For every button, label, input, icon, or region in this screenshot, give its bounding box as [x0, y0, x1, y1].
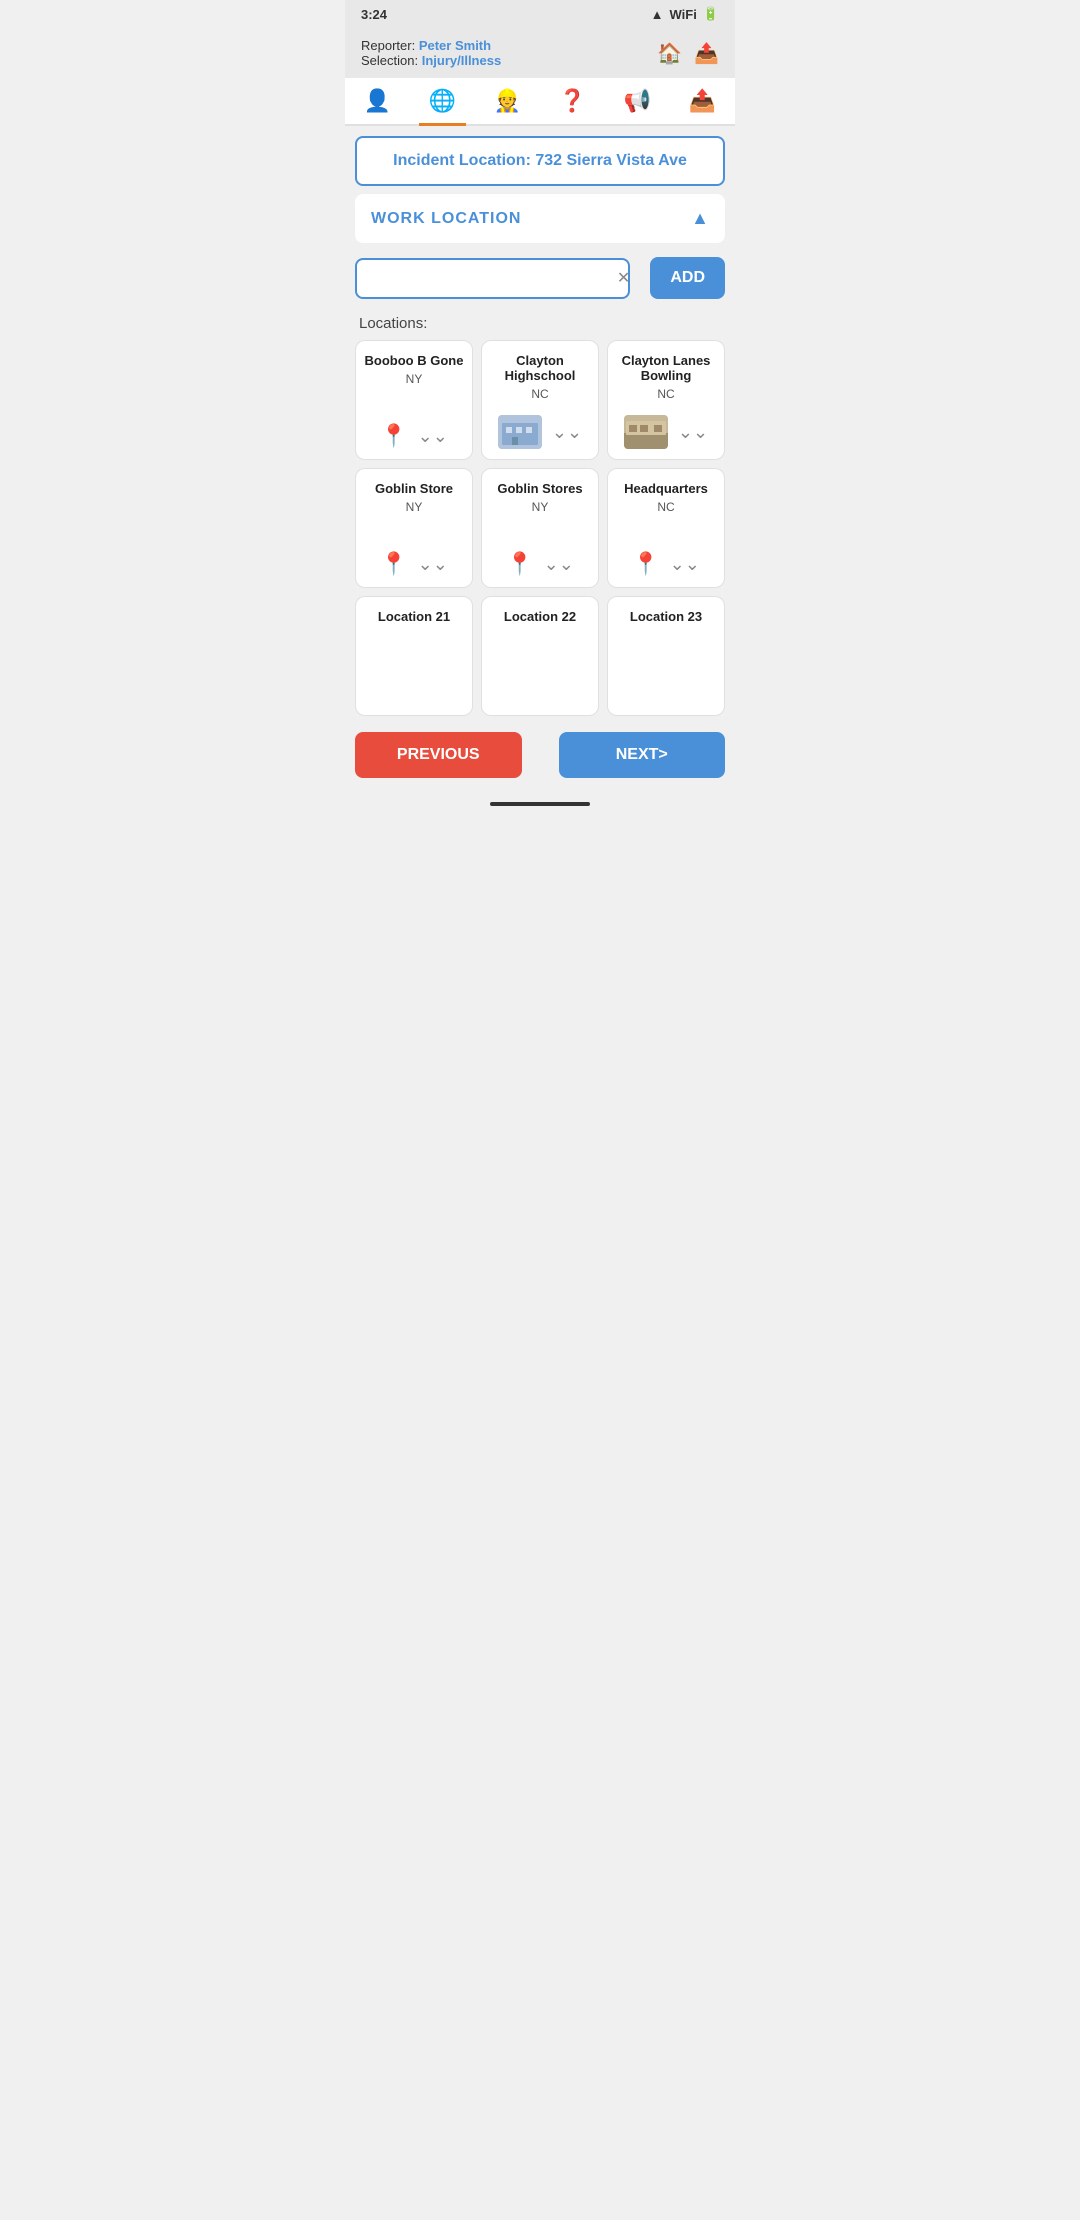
home-icon[interactable]: 🏠 — [657, 41, 682, 66]
chevron-down-icon: ⌄⌄ — [670, 554, 700, 575]
globe-icon: 🌐 — [429, 88, 456, 114]
location-card-clayton-highschool[interactable]: Clayton Highschool NC ⌄⌄ — [481, 340, 599, 460]
tab-upload[interactable]: 📤 — [679, 82, 726, 120]
reporter-label: Reporter: — [361, 38, 415, 53]
loc-name: Location 22 — [504, 609, 576, 624]
location-card-clayton-lanes-bowling[interactable]: Clayton Lanes Bowling NC ⌄⌄ — [607, 340, 725, 460]
question-icon: ❓ — [559, 88, 586, 114]
chevron-down-icon: ⌄⌄ — [552, 422, 582, 443]
bottom-nav: PREVIOUS NEXT> — [345, 720, 735, 794]
selection-value: Injury/Illness — [422, 53, 501, 68]
pin-icon: 📍 — [380, 423, 407, 449]
previous-button[interactable]: PREVIOUS — [355, 732, 522, 778]
loc-name: Location 21 — [378, 609, 450, 624]
location-thumbnail — [624, 415, 668, 449]
card-bottom: 📍 ⌄⌄ — [616, 551, 716, 577]
upload-icon: 📤 — [689, 88, 716, 114]
chevron-down-icon: ⌄⌄ — [678, 422, 708, 443]
megaphone-icon: 📢 — [624, 88, 651, 114]
loc-name: Goblin Stores — [497, 481, 582, 496]
clear-icon[interactable]: ✕ — [617, 268, 630, 288]
card-bottom: 📍 ⌄⌄ — [364, 423, 464, 449]
card-bottom: ⌄⌄ — [490, 415, 590, 449]
loc-state: NC — [657, 500, 674, 514]
reporter-row: Reporter: Peter Smith — [361, 38, 501, 53]
pin-icon: 📍 — [506, 551, 533, 577]
status-time: 3:24 — [361, 7, 387, 22]
home-bar — [490, 802, 590, 806]
location-card-location-22[interactable]: Location 22 — [481, 596, 599, 716]
loc-state: NC — [531, 387, 548, 401]
status-bar: 3:24 ▲ WiFi 🔋 — [345, 0, 735, 28]
tab-globe[interactable]: 🌐 — [419, 82, 466, 120]
header-actions: 🏠 📤 — [657, 41, 719, 66]
chevron-down-icon: ⌄⌄ — [418, 554, 448, 575]
search-wrapper: 🔍 ✕ — [355, 258, 640, 299]
signal-icon: ▲ — [651, 7, 664, 22]
incident-location-text: Incident Location: 732 Sierra Vista Ave — [393, 152, 687, 169]
tab-megaphone[interactable]: 📢 — [614, 82, 661, 120]
search-input[interactable] — [355, 258, 630, 299]
chevron-down-icon: ⌄⌄ — [544, 554, 574, 575]
status-icons: ▲ WiFi 🔋 — [651, 6, 719, 22]
loc-name: Clayton Highschool — [490, 353, 590, 383]
chevron-down-icon: ⌄⌄ — [418, 426, 448, 447]
location-card-headquarters[interactable]: Headquarters NC 📍 ⌄⌄ — [607, 468, 725, 588]
card-bottom: 📍 ⌄⌄ — [490, 551, 590, 577]
loc-name: Clayton Lanes Bowling — [616, 353, 716, 383]
work-location-title: WORK LOCATION — [371, 210, 521, 228]
header-info: Reporter: Peter Smith Selection: Injury/… — [361, 38, 501, 68]
loc-state: NY — [406, 372, 423, 386]
tab-question[interactable]: ❓ — [549, 82, 596, 120]
export-icon[interactable]: 📤 — [694, 41, 719, 66]
card-bottom: ⌄⌄ — [616, 415, 716, 449]
location-card-location-21[interactable]: Location 21 — [355, 596, 473, 716]
location-card-booboo-b-gone[interactable]: Booboo B Gone NY 📍 ⌄⌄ — [355, 340, 473, 460]
search-row: 🔍 ✕ ADD — [345, 243, 735, 307]
reporter-name: Peter Smith — [419, 38, 491, 53]
card-bottom: 📍 ⌄⌄ — [364, 551, 464, 577]
location-card-goblin-store[interactable]: Goblin Store NY 📍 ⌄⌄ — [355, 468, 473, 588]
nav-tabs: 👤 🌐 👷 ❓ 📢 📤 — [345, 78, 735, 126]
battery-icon: 🔋 — [703, 6, 719, 22]
tab-worker[interactable]: 👷 — [484, 82, 531, 120]
location-card-goblin-stores[interactable]: Goblin Stores NY 📍 ⌄⌄ — [481, 468, 599, 588]
wifi-icon: WiFi — [669, 7, 696, 22]
worker-icon: 👷 — [494, 88, 521, 114]
incident-banner: Incident Location: 732 Sierra Vista Ave — [355, 136, 725, 186]
selection-row: Selection: Injury/Illness — [361, 53, 501, 68]
header: Reporter: Peter Smith Selection: Injury/… — [345, 28, 735, 78]
person-icon: 👤 — [364, 88, 391, 114]
loc-name: Goblin Store — [375, 481, 453, 496]
location-card-location-23[interactable]: Location 23 — [607, 596, 725, 716]
pin-icon: 📍 — [632, 551, 659, 577]
loc-name: Location 23 — [630, 609, 702, 624]
work-location-header[interactable]: WORK LOCATION ▲ — [355, 194, 725, 243]
tab-person[interactable]: 👤 — [354, 82, 401, 120]
loc-name: Booboo B Gone — [365, 353, 464, 368]
loc-state: NC — [657, 387, 674, 401]
home-indicator — [345, 794, 735, 810]
location-thumbnail — [498, 415, 542, 449]
loc-state: NY — [406, 500, 423, 514]
next-button[interactable]: NEXT> — [559, 732, 726, 778]
loc-state: NY — [532, 500, 549, 514]
pin-icon: 📍 — [380, 551, 407, 577]
loc-name: Headquarters — [624, 481, 708, 496]
collapse-icon: ▲ — [691, 208, 709, 229]
add-button[interactable]: ADD — [650, 257, 725, 299]
location-grid: Booboo B Gone NY 📍 ⌄⌄ Clayton Highschool… — [345, 336, 735, 720]
selection-label: Selection: — [361, 53, 418, 68]
locations-label: Locations: — [345, 307, 735, 336]
